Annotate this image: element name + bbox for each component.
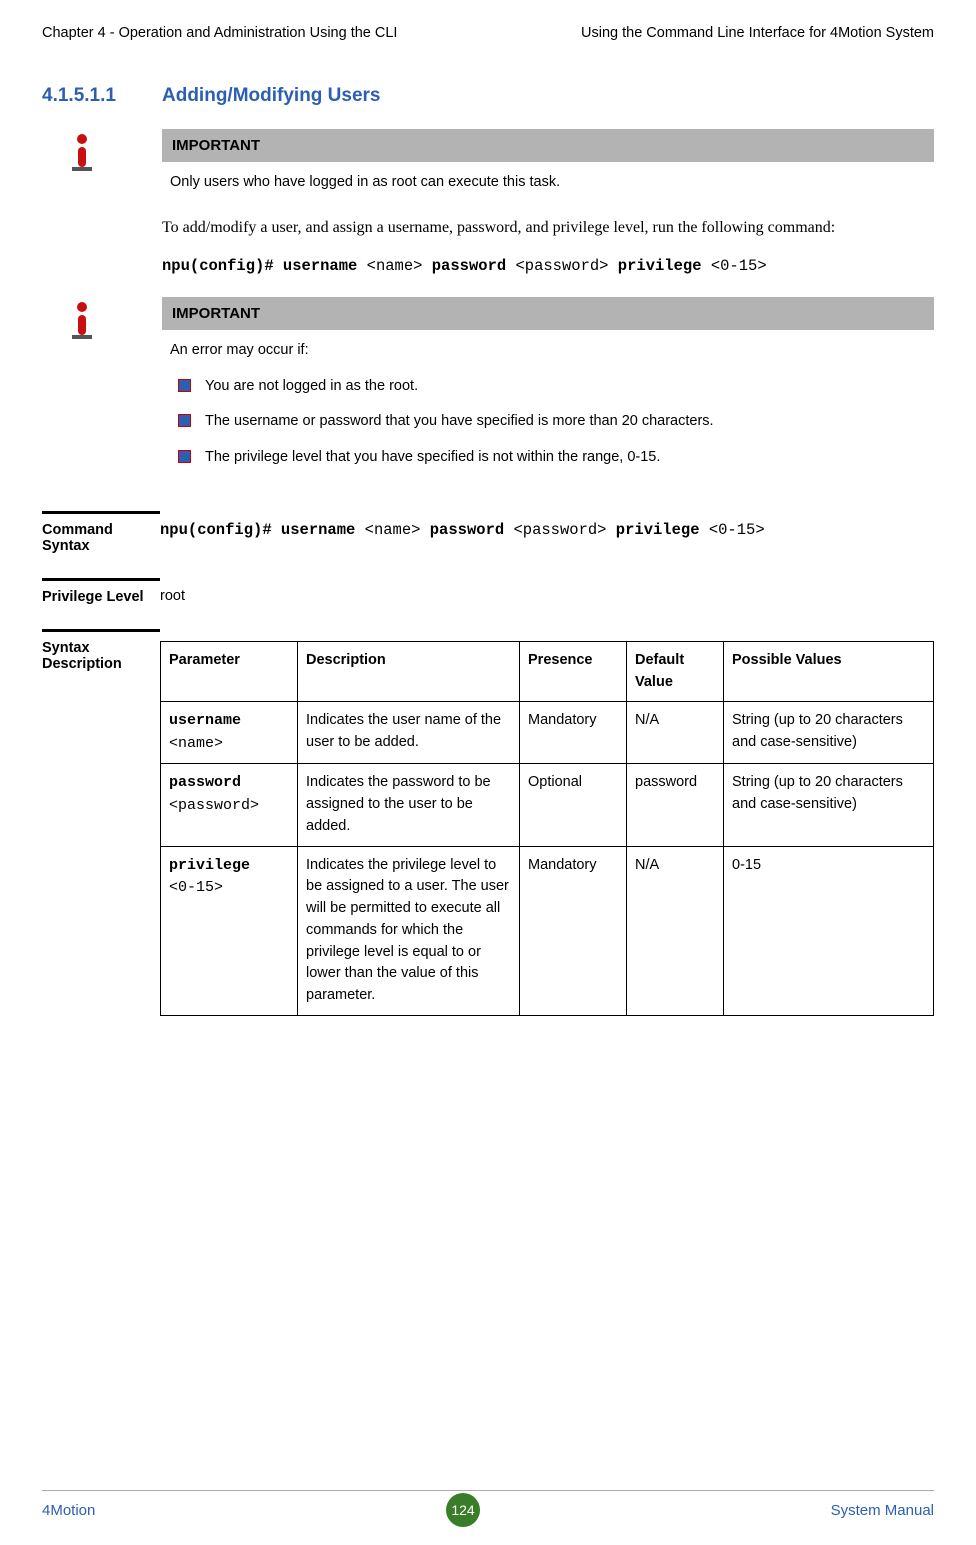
cmd-mid: password bbox=[420, 521, 513, 539]
param-bold: password bbox=[169, 774, 241, 791]
command-syntax-label: Command Syntax bbox=[42, 511, 160, 554]
bullet-item: You are not logged in as the root. bbox=[178, 376, 926, 398]
bullet-list: You are not logged in as the root. The u… bbox=[170, 376, 926, 469]
important-text: Only users who have logged in as root ca… bbox=[162, 162, 934, 198]
syntax-table: Parameter Description Presence Default V… bbox=[160, 641, 934, 1016]
param-arg: <0-15> bbox=[169, 879, 223, 896]
th-presence: Presence bbox=[520, 641, 627, 702]
cell-presence: Mandatory bbox=[520, 846, 627, 1015]
bullet-text: You are not logged in as the root. bbox=[205, 376, 418, 398]
cell-possible: 0-15 bbox=[724, 846, 934, 1015]
table-header-row: Parameter Description Presence Default V… bbox=[161, 641, 934, 702]
cell-parameter: username <name> bbox=[161, 702, 298, 764]
page-header: Chapter 4 - Operation and Administration… bbox=[42, 25, 934, 45]
bullet-item: The username or password that you have s… bbox=[178, 411, 926, 433]
cell-default: password bbox=[627, 764, 724, 846]
syntax-description-label: Syntax Description bbox=[42, 629, 160, 1016]
param-bold: username bbox=[169, 712, 241, 729]
syntax-description-row: Syntax Description Parameter Description… bbox=[42, 629, 934, 1016]
command-syntax-value: npu(config)# username <name> password <p… bbox=[160, 511, 934, 554]
page-number: 124 bbox=[446, 1493, 480, 1527]
section-title: Adding/Modifying Users bbox=[162, 85, 381, 107]
param-arg: <password> bbox=[169, 797, 259, 814]
important-intro: An error may occur if: bbox=[170, 340, 926, 362]
footer-right: System Manual bbox=[831, 1502, 934, 1519]
bullet-item: The privilege level that you have specif… bbox=[178, 447, 926, 469]
cell-default: N/A bbox=[627, 702, 724, 764]
cell-presence: Mandatory bbox=[520, 702, 627, 764]
cmd-arg: <password> bbox=[513, 521, 606, 539]
cmd-arg: <0-15> bbox=[709, 521, 765, 539]
cmd-mid: privilege bbox=[606, 521, 708, 539]
important-block-2: IMPORTANT An error may occur if: You are… bbox=[42, 297, 934, 487]
bullet-square-icon bbox=[178, 379, 191, 392]
th-parameter: Parameter bbox=[161, 641, 298, 702]
table-row: username <name> Indicates the user name o… bbox=[161, 702, 934, 764]
table-row: password <password> Indicates the passwor… bbox=[161, 764, 934, 846]
cmd-arg-privilege: <0-15> bbox=[711, 257, 767, 275]
cmd-mid1: password bbox=[422, 257, 515, 275]
th-possible: Possible Values bbox=[724, 641, 934, 702]
cell-possible: String (up to 20 characters and case-sen… bbox=[724, 702, 934, 764]
command-syntax-row: Command Syntax npu(config)# username <na… bbox=[42, 511, 934, 554]
bullet-text: The username or password that you have s… bbox=[205, 411, 714, 433]
header-left: Chapter 4 - Operation and Administration… bbox=[42, 25, 397, 41]
table-row: privilege <0-15> Indicates the privilege … bbox=[161, 846, 934, 1015]
bullet-text: The privilege level that you have specif… bbox=[205, 447, 660, 469]
info-icon bbox=[72, 133, 92, 171]
bullet-square-icon bbox=[178, 414, 191, 427]
cell-description: Indicates the password to be assigned to… bbox=[298, 764, 520, 846]
section-heading: 4.1.5.1.1 Adding/Modifying Users bbox=[42, 85, 934, 107]
cell-parameter: password <password> bbox=[161, 764, 298, 846]
th-default: Default Value bbox=[627, 641, 724, 702]
icon-column bbox=[42, 129, 162, 198]
cmd-mid2: privilege bbox=[608, 257, 710, 275]
header-right: Using the Command Line Interface for 4Mo… bbox=[581, 25, 934, 41]
th-description: Description bbox=[298, 641, 520, 702]
info-icon bbox=[72, 301, 92, 339]
cell-possible: String (up to 20 characters and case-sen… bbox=[724, 764, 934, 846]
intro-paragraph: To add/modify a user, and assign a usern… bbox=[162, 214, 934, 241]
cell-description: Indicates the privilege level to be assi… bbox=[298, 846, 520, 1015]
important-label: IMPORTANT bbox=[162, 297, 934, 330]
param-bold: privilege bbox=[169, 857, 250, 874]
icon-column bbox=[42, 297, 162, 487]
cmd-arg-name: <name> bbox=[367, 257, 423, 275]
privilege-level-row: Privilege Level root bbox=[42, 578, 934, 605]
cell-default: N/A bbox=[627, 846, 724, 1015]
cmd-arg: <name> bbox=[365, 521, 421, 539]
privilege-level-value: root bbox=[160, 578, 934, 605]
param-arg: <name> bbox=[169, 735, 223, 752]
cmd-arg-password: <password> bbox=[515, 257, 608, 275]
privilege-level-label: Privilege Level bbox=[42, 578, 160, 605]
cell-presence: Optional bbox=[520, 764, 627, 846]
important-label: IMPORTANT bbox=[162, 129, 934, 162]
page-footer: 4Motion 124 System Manual bbox=[42, 1490, 934, 1527]
bullet-square-icon bbox=[178, 450, 191, 463]
cell-parameter: privilege <0-15> bbox=[161, 846, 298, 1015]
command-example: npu(config)# username <name> password <p… bbox=[162, 257, 934, 275]
section-number: 4.1.5.1.1 bbox=[42, 85, 162, 107]
footer-left: 4Motion bbox=[42, 1502, 95, 1519]
cmd-prefix: npu(config)# username bbox=[162, 257, 367, 275]
cmd-prefix: npu(config)# username bbox=[160, 521, 365, 539]
important-block-1: IMPORTANT Only users who have logged in … bbox=[42, 129, 934, 198]
cell-description: Indicates the user name of the user to b… bbox=[298, 702, 520, 764]
